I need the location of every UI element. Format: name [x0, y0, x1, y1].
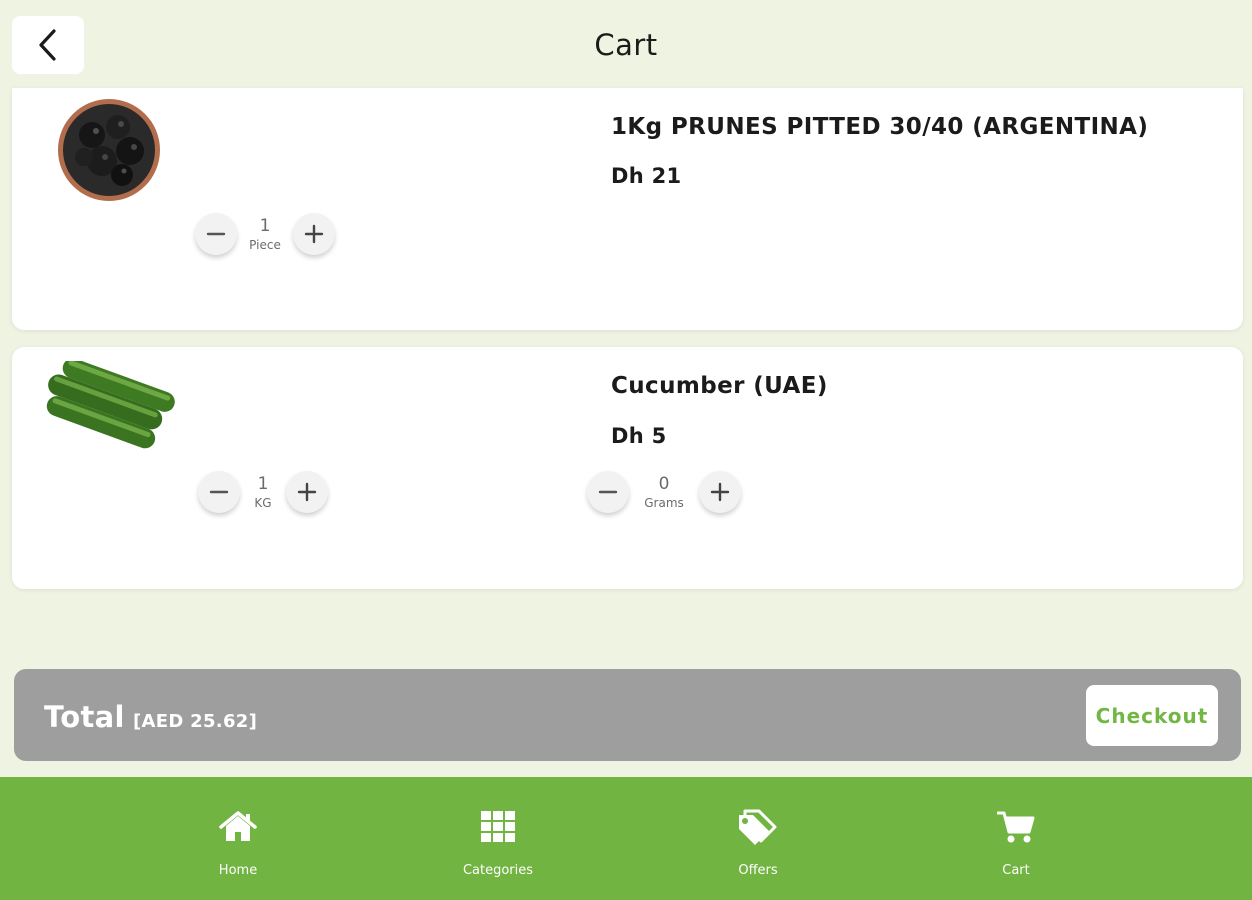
bottom-navigation: Home Categories Offers Cart	[0, 777, 1252, 900]
quantity-stepper-grams: 0 Grams	[587, 471, 741, 513]
product-name: 1Kg PRUNES PITTED 30/40 (ARGENTINA)	[611, 114, 1149, 140]
nav-label: Offers	[738, 863, 778, 878]
minus-icon	[206, 232, 226, 236]
quantity-value: 0	[658, 473, 670, 494]
minus-icon	[209, 490, 229, 494]
cucumber-product-image	[46, 361, 175, 449]
quantity-value: 1	[259, 215, 271, 236]
quantity-stepper-kg: 1 KG	[198, 471, 328, 513]
quantity-value: 1	[257, 473, 269, 494]
cart-item-card: 1Kg PRUNES PITTED 30/40 (ARGENTINA) Dh 2…	[12, 88, 1243, 330]
nav-label: Categories	[462, 863, 534, 878]
app-header: Cart	[0, 0, 1252, 90]
nav-item-offers[interactable]: Offers	[698, 807, 818, 878]
increment-kg-button[interactable]	[286, 471, 328, 513]
quantity-display: 0 Grams	[629, 473, 699, 510]
nav-item-categories[interactable]: Categories	[438, 807, 558, 878]
total-label: Total	[44, 700, 125, 734]
minus-icon	[598, 490, 618, 494]
increment-grams-button[interactable]	[699, 471, 741, 513]
decrement-kg-button[interactable]	[198, 471, 240, 513]
nav-item-cart[interactable]: Cart	[956, 807, 1076, 878]
increment-button[interactable]	[293, 213, 335, 255]
decrement-button[interactable]	[195, 213, 237, 255]
prunes-product-image	[58, 99, 160, 201]
total-amount: [AED 25.62]	[133, 711, 258, 732]
quantity-stepper: 1 Piece	[195, 213, 335, 255]
grid-icon	[481, 811, 515, 842]
product-price: Dh 21	[611, 164, 682, 188]
nav-label: Home	[218, 863, 258, 878]
quantity-unit: Piece	[249, 237, 281, 252]
quantity-display: 1 KG	[240, 473, 286, 510]
plus-icon	[710, 482, 730, 502]
quantity-unit: KG	[254, 495, 272, 510]
home-icon	[219, 811, 257, 841]
quantity-display: 1 Piece	[237, 215, 293, 252]
decrement-grams-button[interactable]	[587, 471, 629, 513]
plus-icon	[304, 224, 324, 244]
checkout-button[interactable]: Checkout	[1086, 685, 1218, 746]
cart-item-card: Cucumber (UAE) Dh 5 1 KG 0 Grams	[12, 347, 1243, 589]
total-bar: Total [AED 25.62] Checkout	[14, 669, 1241, 761]
tags-icon	[739, 809, 777, 845]
nav-item-home[interactable]: Home	[178, 807, 298, 878]
plus-icon	[297, 482, 317, 502]
product-price: Dh 5	[611, 424, 667, 448]
quantity-unit: Grams	[644, 495, 684, 510]
page-title: Cart	[594, 28, 658, 62]
cart-icon	[997, 811, 1035, 843]
nav-label: Cart	[1002, 863, 1030, 878]
product-name: Cucumber (UAE)	[611, 373, 828, 399]
